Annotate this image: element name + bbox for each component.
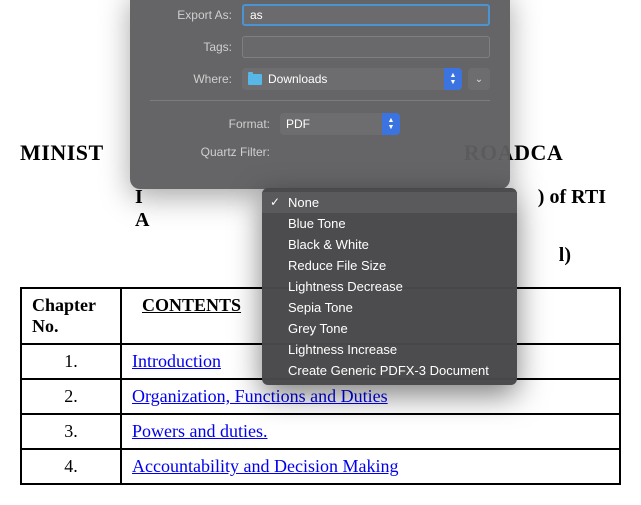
updown-icon: ▲▼ xyxy=(444,68,462,90)
menu-item-reduce-file-size[interactable]: Reduce File Size xyxy=(262,255,517,276)
menu-item-none[interactable]: ✓ None xyxy=(262,192,517,213)
toc-link-introduction[interactable]: Introduction xyxy=(132,351,221,371)
menu-item-black-white[interactable]: Black & White xyxy=(262,234,517,255)
table-header-chapter: Chapter No. xyxy=(21,288,121,344)
export-sheet: Export As: Tags: Where: Downloads ▲▼ ⌄ F… xyxy=(130,0,510,189)
quartz-filter-label: Quartz Filter: xyxy=(150,145,270,159)
toc-link-powers[interactable]: Powers and duties. xyxy=(132,421,267,441)
row-num: 4. xyxy=(21,449,121,484)
menu-item-lightness-decrease[interactable]: Lightness Decrease xyxy=(262,276,517,297)
export-as-input[interactable] xyxy=(242,4,490,26)
where-popup[interactable]: Downloads ▲▼ xyxy=(242,68,462,90)
row-num: 1. xyxy=(21,344,121,379)
chevron-down-icon: ⌄ xyxy=(475,74,483,85)
menu-item-blue-tone[interactable]: Blue Tone xyxy=(262,213,517,234)
menu-item-grey-tone[interactable]: Grey Tone xyxy=(262,318,517,339)
row-num: 3. xyxy=(21,414,121,449)
table-row: 4. Accountability and Decision Making xyxy=(21,449,620,484)
toc-link-accountability[interactable]: Accountability and Decision Making xyxy=(132,456,398,476)
format-label: Format: xyxy=(150,117,270,131)
export-as-label: Export As: xyxy=(150,8,232,22)
menu-item-sepia-tone[interactable]: Sepia Tone xyxy=(262,297,517,318)
toc-link-organization[interactable]: Organization, Functions and Duties xyxy=(132,386,388,406)
updown-icon: ▲▼ xyxy=(382,113,400,135)
table-row: 3. Powers and duties. xyxy=(21,414,620,449)
expand-button[interactable]: ⌄ xyxy=(468,68,490,90)
check-icon: ✓ xyxy=(270,195,280,209)
divider xyxy=(150,100,490,101)
where-value: Downloads xyxy=(268,72,327,86)
row-num: 2. xyxy=(21,379,121,414)
tags-label: Tags: xyxy=(150,40,232,54)
folder-icon xyxy=(248,74,262,85)
menu-item-create-pdfx3[interactable]: Create Generic PDFX-3 Document xyxy=(262,360,517,381)
format-value: PDF xyxy=(286,117,310,131)
where-label: Where: xyxy=(150,72,232,86)
menu-item-lightness-increase[interactable]: Lightness Increase xyxy=(262,339,517,360)
tags-input[interactable] xyxy=(242,36,490,58)
quartz-filter-menu: ✓ None Blue Tone Black & White Reduce Fi… xyxy=(262,188,517,385)
format-popup[interactable]: PDF ▲▼ xyxy=(280,113,400,135)
